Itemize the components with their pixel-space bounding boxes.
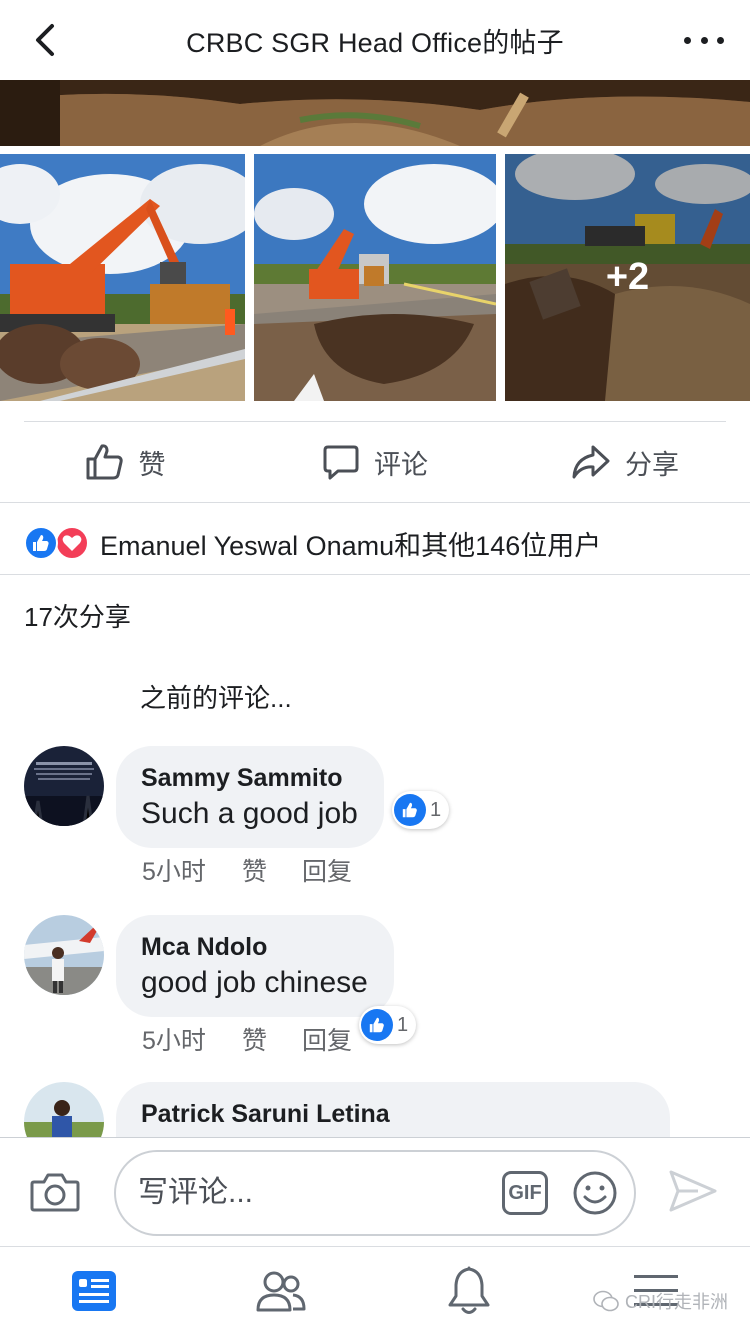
comment-time: 5小时 xyxy=(142,1027,206,1055)
comment-like-link[interactable]: 赞 xyxy=(242,1021,302,1057)
divider xyxy=(0,574,750,575)
comment-bubble[interactable]: Mca Ndolo good job chinese xyxy=(116,915,394,1017)
post-actions: 赞 评论 分享 xyxy=(0,422,750,502)
comment-author[interactable]: Patrick Saruni Letina xyxy=(141,1098,644,1130)
comment-meta: 5小时 赞 回复 xyxy=(142,1021,352,1057)
reactions-text: Emanuel Yeswal Onamu和其他146位用户 xyxy=(100,530,602,561)
emoji-button[interactable] xyxy=(572,1170,618,1221)
share-count[interactable]: 17次分享 xyxy=(24,597,131,634)
comment-like-count: 1 xyxy=(397,1013,409,1036)
post-photo-2[interactable] xyxy=(254,154,496,401)
reactions-summary[interactable]: Emanuel Yeswal Onamu和其他146位用户 xyxy=(24,520,601,566)
comment-time: 5小时 xyxy=(142,858,206,886)
comment-input-box[interactable]: GIF xyxy=(114,1150,636,1236)
share-button[interactable]: 分享 xyxy=(500,422,750,502)
share-arrow-icon xyxy=(572,445,610,479)
comment-text: good job chinese xyxy=(141,966,368,999)
comment-input[interactable] xyxy=(138,1176,478,1210)
nav-notifications[interactable] xyxy=(375,1247,563,1334)
send-button[interactable] xyxy=(668,1168,718,1219)
watermark-text: CRI行走非洲 xyxy=(625,1292,728,1312)
more-options-button[interactable] xyxy=(684,22,724,58)
comment-author[interactable]: Sammy Sammito xyxy=(141,762,358,794)
comment-like-link[interactable]: 赞 xyxy=(242,852,302,888)
comment-button[interactable]: 评论 xyxy=(250,422,500,502)
post-photo-main[interactable] xyxy=(0,80,750,146)
comment-like-badge[interactable]: 1 xyxy=(392,791,450,829)
send-icon xyxy=(669,1170,717,1212)
camera-button[interactable] xyxy=(30,1170,80,1219)
share-label: 分享 xyxy=(625,449,679,480)
love-reaction-icon xyxy=(55,526,89,560)
avatar[interactable] xyxy=(24,915,104,995)
wechat-icon xyxy=(593,1290,619,1312)
comment-reply-link[interactable]: 回复 xyxy=(302,852,352,888)
divider xyxy=(0,502,750,503)
comment-like-badge[interactable]: 1 xyxy=(359,1006,417,1044)
nav-news-feed[interactable] xyxy=(0,1247,188,1334)
like-button[interactable]: 赞 xyxy=(0,422,250,502)
photo-grid: +2 xyxy=(0,154,750,401)
like-label: 赞 xyxy=(138,449,166,480)
comment-bubble[interactable]: Sammy Sammito Such a good job xyxy=(116,746,384,848)
comment-composer: GIF xyxy=(0,1137,750,1245)
comment-like-count: 1 xyxy=(430,798,442,821)
comment-reply-link[interactable]: 回复 xyxy=(302,1021,352,1057)
smiley-icon xyxy=(573,1171,617,1215)
more-photos-overlay[interactable]: +2 xyxy=(505,154,750,401)
notifications-icon xyxy=(448,1266,490,1314)
page-title: CRBC SGR Head Office的帖子 xyxy=(186,27,564,58)
avatar[interactable] xyxy=(24,746,104,826)
comment-text: Such a good job xyxy=(141,797,358,830)
more-dots-icon xyxy=(684,36,691,44)
friends-icon xyxy=(256,1271,306,1311)
nav-friends[interactable] xyxy=(188,1247,376,1334)
back-button[interactable] xyxy=(28,22,64,58)
post-header: CRBC SGR Head Office的帖子 xyxy=(0,0,750,80)
gif-button[interactable]: GIF xyxy=(502,1171,548,1215)
post-photo-1[interactable] xyxy=(0,154,245,401)
post-photo-3[interactable]: +2 xyxy=(505,154,750,401)
camera-icon xyxy=(30,1173,80,1212)
like-reaction-icon xyxy=(361,1009,393,1041)
comment-author[interactable]: Mca Ndolo xyxy=(141,931,368,963)
comment-meta: 5小时 赞 回复 xyxy=(142,852,352,888)
thumbs-up-icon xyxy=(86,444,123,480)
like-reaction-icon xyxy=(394,794,426,826)
comment-bubble-icon xyxy=(323,445,359,480)
watermark: CRI行走非洲 xyxy=(593,1288,728,1314)
comment-label: 评论 xyxy=(374,449,428,480)
like-reaction-icon xyxy=(24,526,58,560)
chevron-left-icon xyxy=(36,24,54,56)
view-previous-comments[interactable]: 之前的评论... xyxy=(140,678,292,715)
news-feed-icon xyxy=(71,1270,116,1311)
